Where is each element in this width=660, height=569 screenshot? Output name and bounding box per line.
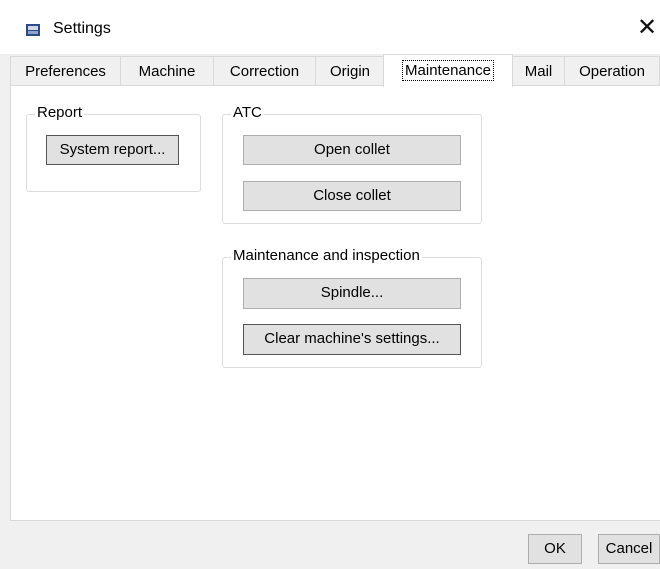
ok-button[interactable]: OK	[528, 534, 582, 564]
tab-label: Operation	[579, 63, 645, 80]
close-icon[interactable]: ✕	[634, 10, 660, 46]
tab-strip: Preferences Machine Correction Origin Ma…	[10, 54, 660, 87]
open-collet-button[interactable]: Open collet	[243, 135, 461, 165]
maintenance-inspection-group-label: Maintenance and inspection	[231, 247, 422, 265]
title-bar: Settings ✕	[0, 0, 660, 54]
system-report-button[interactable]: System report...	[46, 135, 179, 165]
tab-label: Machine	[138, 63, 196, 80]
report-group-label: Report	[35, 104, 85, 122]
tab-machine[interactable]: Machine	[120, 56, 214, 85]
tab-correction[interactable]: Correction	[213, 56, 316, 85]
tab-maintenance[interactable]: Maintenance	[383, 54, 513, 87]
tab-mail[interactable]: Mail	[512, 56, 565, 85]
tab-label: Origin	[329, 63, 370, 80]
close-collet-button[interactable]: Close collet	[243, 181, 461, 211]
tab-origin[interactable]: Origin	[315, 56, 385, 85]
dialog-footer: OK Cancel	[0, 521, 660, 569]
tab-operation[interactable]: Operation	[564, 56, 660, 85]
settings-window-icon	[26, 24, 40, 36]
report-group: Report System report...	[26, 104, 201, 192]
spindle-button[interactable]: Spindle...	[243, 278, 461, 309]
cancel-button[interactable]: Cancel	[598, 534, 660, 564]
maintenance-inspection-group: Maintenance and inspection Spindle... Cl…	[222, 247, 482, 368]
tab-label: Mail	[524, 63, 553, 80]
window-title: Settings	[53, 20, 111, 37]
clear-machine-settings-button[interactable]: Clear machine's settings...	[243, 324, 461, 355]
tab-label: Preferences	[25, 63, 106, 80]
tab-label: Correction	[229, 63, 300, 80]
settings-dialog: Settings ✕ Preferences Machine Correctio…	[0, 0, 660, 569]
atc-group-label: ATC	[231, 104, 264, 122]
atc-group: ATC Open collet Close collet	[222, 104, 482, 224]
maintenance-panel: Report System report... ATC Open collet …	[10, 85, 660, 521]
tab-label: Maintenance	[402, 60, 494, 81]
tab-preferences[interactable]: Preferences	[10, 56, 121, 85]
